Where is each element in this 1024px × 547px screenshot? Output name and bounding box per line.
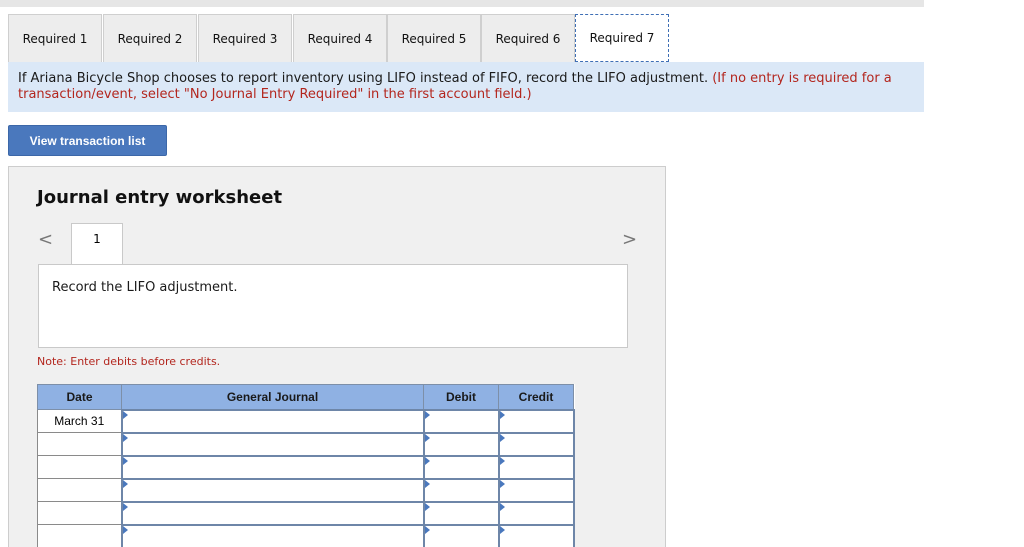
- credit-field[interactable]: [497, 500, 575, 526]
- debit-field[interactable]: [422, 500, 500, 526]
- table-row: March 31: [37, 408, 575, 434]
- tab-required-4[interactable]: Required 4: [293, 14, 387, 62]
- credit-field[interactable]: [497, 408, 575, 434]
- view-transaction-list-button[interactable]: View transaction list: [8, 125, 167, 156]
- table-row: [37, 523, 575, 547]
- account-field[interactable]: [120, 500, 425, 526]
- debit-field[interactable]: [422, 431, 500, 457]
- credit-field[interactable]: [497, 477, 575, 503]
- account-field[interactable]: [120, 477, 425, 503]
- column-header-credit: Credit: [498, 384, 574, 410]
- tab-required-2[interactable]: Required 2: [103, 14, 197, 62]
- account-field[interactable]: [120, 431, 425, 457]
- entry-description-box: Record the LIFO adjustment.: [38, 264, 628, 348]
- entry-number: 1: [93, 232, 101, 246]
- credit-field[interactable]: [497, 454, 575, 480]
- tab-required-6[interactable]: Required 6: [481, 14, 575, 62]
- table-row: [37, 500, 575, 526]
- chevron-right-icon[interactable]: >: [622, 229, 637, 250]
- debit-field[interactable]: [422, 454, 500, 480]
- column-header-date: Date: [37, 384, 122, 410]
- debit-field[interactable]: [422, 408, 500, 434]
- debit-field[interactable]: [422, 523, 500, 547]
- tab-required-1[interactable]: Required 1: [8, 14, 102, 62]
- journal-table: Date General Journal Debit Credit March …: [37, 384, 575, 547]
- journal-header-row: Date General Journal Debit Credit: [37, 384, 574, 410]
- debit-field[interactable]: [422, 477, 500, 503]
- entry-tab-1[interactable]: 1: [71, 223, 123, 265]
- top-bar: [0, 0, 924, 7]
- table-row: [37, 477, 575, 503]
- date-cell: March 31: [37, 409, 122, 433]
- instructions-text: If Ariana Bicycle Shop chooses to report…: [18, 71, 709, 86]
- date-cell: [37, 455, 122, 479]
- account-field[interactable]: [120, 408, 425, 434]
- entry-description: Record the LIFO adjustment.: [52, 280, 238, 295]
- worksheet-title: Journal entry worksheet: [37, 187, 283, 208]
- credit-field[interactable]: [497, 523, 575, 547]
- journal-entry-worksheet: Journal entry worksheet < 1 > Record the…: [8, 166, 666, 547]
- instructions-banner: If Ariana Bicycle Shop chooses to report…: [8, 62, 924, 112]
- table-row: [37, 454, 575, 480]
- account-field[interactable]: [120, 454, 425, 480]
- date-cell: [37, 524, 122, 547]
- table-row: [37, 431, 575, 457]
- tab-required-3[interactable]: Required 3: [198, 14, 292, 62]
- date-cell: [37, 501, 122, 525]
- tab-required-7[interactable]: Required 7: [575, 14, 669, 62]
- date-cell: [37, 432, 122, 456]
- column-header-debit: Debit: [423, 384, 499, 410]
- account-field[interactable]: [120, 523, 425, 547]
- date-cell: [37, 478, 122, 502]
- column-header-general-journal: General Journal: [121, 384, 424, 410]
- tab-required-5[interactable]: Required 5: [387, 14, 481, 62]
- credit-field[interactable]: [497, 431, 575, 457]
- chevron-left-icon[interactable]: <: [38, 229, 53, 250]
- debits-credits-note: Note: Enter debits before credits.: [37, 355, 221, 368]
